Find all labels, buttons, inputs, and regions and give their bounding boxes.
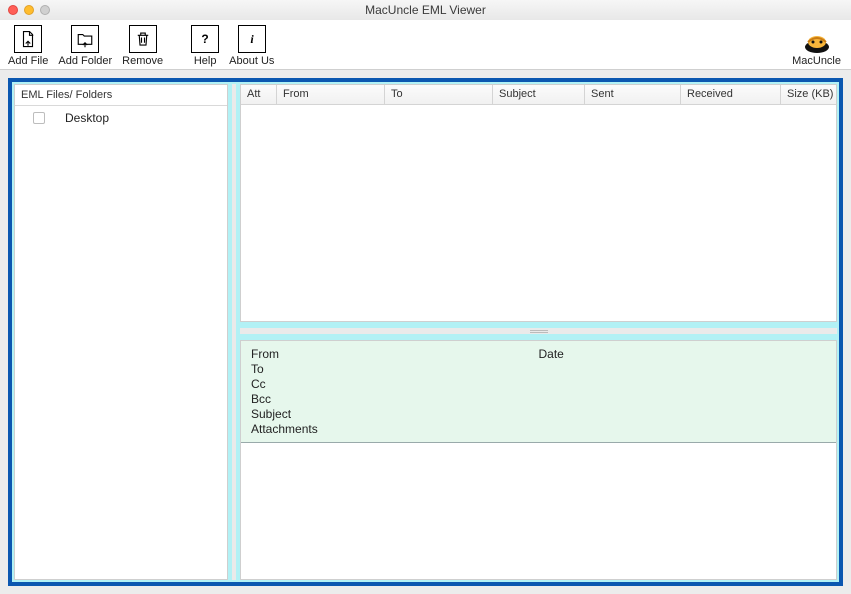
add-file-label: Add File — [8, 55, 48, 67]
horizontal-splitter[interactable] — [240, 328, 837, 334]
meta-from-label: From — [251, 347, 539, 361]
grip-icon — [530, 330, 548, 333]
remove-button[interactable]: Remove — [120, 25, 165, 67]
file-add-icon — [14, 25, 42, 53]
main-frame: EML Files/ Folders Desktop Att From To S… — [8, 78, 843, 586]
toolbar: Add File Add Folder Remove ? Help i Abou… — [0, 20, 851, 70]
col-size[interactable]: Size (KB) — [781, 85, 836, 104]
col-received[interactable]: Received — [681, 85, 781, 104]
remove-label: Remove — [122, 55, 163, 67]
titlebar: MacUncle EML Viewer — [0, 0, 851, 20]
add-folder-button[interactable]: Add Folder — [56, 25, 114, 67]
checkbox-icon[interactable] — [33, 112, 45, 124]
help-label: Help — [194, 55, 217, 67]
col-att[interactable]: Att — [241, 85, 277, 104]
add-folder-label: Add Folder — [58, 55, 112, 67]
message-list: Att From To Subject Sent Received Size (… — [240, 84, 837, 322]
list-body[interactable] — [241, 105, 836, 321]
info-icon: i — [238, 25, 266, 53]
col-sent[interactable]: Sent — [585, 85, 681, 104]
col-subject[interactable]: Subject — [493, 85, 585, 104]
content-pane: Att From To Subject Sent Received Size (… — [240, 84, 837, 580]
meta-cc-label: Cc — [251, 377, 539, 391]
sidebar-header: EML Files/ Folders — [15, 85, 227, 106]
help-icon: ? — [191, 25, 219, 53]
folder-add-icon — [71, 25, 99, 53]
add-file-button[interactable]: Add File — [6, 25, 50, 67]
brand-name: MacUncle — [792, 55, 841, 67]
svg-text:?: ? — [201, 32, 208, 46]
brand-logo-icon — [802, 29, 832, 55]
col-from[interactable]: From — [277, 85, 385, 104]
about-label: About Us — [229, 55, 274, 67]
message-meta: From To Cc Bcc Subject Attachments Date — [241, 341, 836, 443]
svg-text:i: i — [250, 32, 254, 46]
window-title: MacUncle EML Viewer — [0, 3, 851, 17]
message-body[interactable] — [241, 443, 836, 579]
sidebar: EML Files/ Folders Desktop — [14, 84, 228, 580]
meta-subject-label: Subject — [251, 407, 539, 421]
tree-item-label: Desktop — [65, 111, 109, 125]
col-to[interactable]: To — [385, 85, 493, 104]
vertical-splitter[interactable] — [232, 84, 236, 580]
tree-item[interactable]: Desktop — [15, 108, 227, 128]
help-button[interactable]: ? Help — [189, 25, 221, 67]
meta-attachments-label: Attachments — [251, 422, 539, 436]
meta-bcc-label: Bcc — [251, 392, 539, 406]
list-header: Att From To Subject Sent Received Size (… — [241, 85, 836, 105]
folder-tree[interactable]: Desktop — [15, 106, 227, 128]
about-button[interactable]: i About Us — [227, 25, 276, 67]
meta-to-label: To — [251, 362, 539, 376]
meta-date-label: Date — [539, 347, 827, 361]
message-detail: From To Cc Bcc Subject Attachments Date — [240, 340, 837, 580]
trash-icon — [129, 25, 157, 53]
brand: MacUncle — [792, 29, 841, 67]
